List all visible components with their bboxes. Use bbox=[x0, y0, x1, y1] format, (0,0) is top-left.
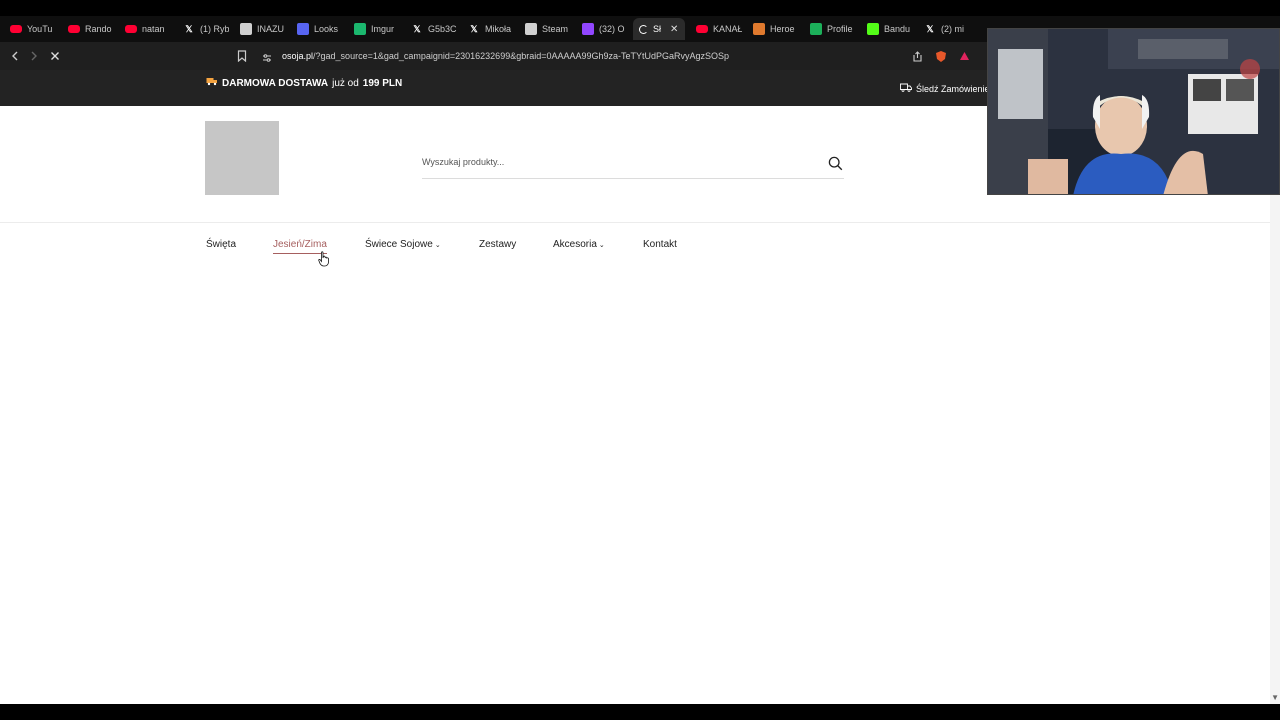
browser-tab[interactable]: Sł ✕ bbox=[633, 18, 685, 40]
youtube-icon bbox=[696, 25, 708, 33]
site-logo-placeholder[interactable] bbox=[205, 121, 279, 195]
share-icon[interactable] bbox=[908, 47, 926, 65]
url-text[interactable]: osoja.pl/?gad_source=1&gad_campaignid=23… bbox=[282, 51, 729, 61]
truck-icon bbox=[206, 77, 218, 89]
kick-icon bbox=[867, 23, 879, 35]
stop-loading-icon[interactable] bbox=[46, 47, 64, 65]
scroll-down-arrow-icon[interactable]: ▼ bbox=[1271, 693, 1279, 702]
heroes-icon bbox=[753, 23, 765, 35]
back-icon[interactable] bbox=[6, 47, 24, 65]
browser-tab[interactable]: YouTu bbox=[4, 18, 56, 40]
browser-tab-label: Profile bbox=[827, 24, 853, 34]
screen-bottom-border bbox=[0, 704, 1280, 720]
stack-icon bbox=[240, 23, 252, 35]
browser-tab[interactable]: natan bbox=[119, 18, 171, 40]
browser-tab-label: Heroe bbox=[770, 24, 795, 34]
delivery-truck-icon bbox=[900, 83, 912, 94]
browser-tab[interactable]: Profile bbox=[804, 18, 856, 40]
browser-tab[interactable]: 𝕏 (2) mi bbox=[918, 18, 970, 40]
browser-tab-label: Mikoła bbox=[485, 24, 512, 34]
youtube-icon bbox=[10, 25, 22, 33]
browser-tab[interactable]: KANAŁ bbox=[690, 18, 742, 40]
address-bar[interactable]: osoja.pl/?gad_source=1&gad_campaignid=23… bbox=[232, 44, 978, 68]
hand-cursor-icon bbox=[318, 251, 330, 267]
nav-label: Akcesoria bbox=[553, 239, 597, 250]
nav-label: Świece Sojowe bbox=[365, 239, 433, 250]
promo-amount: 199 PLN bbox=[362, 77, 403, 89]
youtube-icon bbox=[68, 25, 80, 33]
url-path: /?gad_source=1&gad_campaignid=2301623269… bbox=[313, 51, 730, 61]
nav-label: Święta bbox=[206, 239, 237, 250]
stack-icon bbox=[525, 23, 537, 35]
profile-icon bbox=[810, 23, 822, 35]
browser-tab-label: natan bbox=[142, 24, 165, 34]
browser-tab-label: Bandu bbox=[884, 24, 911, 34]
browser-tab-label: G5b3C bbox=[428, 24, 457, 34]
browser-tab[interactable]: Bandu bbox=[861, 18, 913, 40]
browser-tab[interactable]: 𝕏 G5b3C bbox=[405, 18, 457, 40]
browser-tab-label: KANAŁ bbox=[713, 24, 742, 34]
nav-item-swieta[interactable]: Święta bbox=[206, 239, 236, 250]
chevron-down-icon: ⌄ bbox=[598, 242, 605, 249]
twitch-icon bbox=[582, 23, 594, 35]
discord-icon bbox=[297, 23, 309, 35]
browser-tab[interactable]: Looks bbox=[291, 18, 343, 40]
browser-tab-label: Imgur bbox=[371, 24, 395, 34]
nav-label: Zestawy bbox=[479, 239, 517, 250]
search-form bbox=[422, 154, 844, 179]
loading-icon bbox=[639, 24, 648, 34]
x-icon: 𝕏 bbox=[470, 23, 478, 34]
browser-tab[interactable]: Heroe bbox=[747, 18, 799, 40]
browser-tab[interactable]: 𝕏 Mikoła bbox=[462, 18, 514, 40]
x-icon: 𝕏 bbox=[413, 23, 421, 34]
youtube-icon bbox=[125, 25, 137, 33]
url-host: osoja.pl bbox=[282, 51, 314, 61]
imgur-icon bbox=[354, 23, 366, 35]
track-order-label: Śledź Zamówienie bbox=[916, 83, 990, 94]
browser-tab[interactable]: 𝕏 (1) Ryb bbox=[177, 18, 229, 40]
site-settings-icon[interactable] bbox=[262, 50, 272, 68]
browser-tab-label: (1) Ryb bbox=[200, 24, 229, 34]
nav-label: Kontakt bbox=[643, 239, 677, 250]
screen-top-border bbox=[0, 0, 1280, 16]
brave-rewards-icon[interactable] bbox=[955, 47, 973, 65]
browser-tab-label: Sł bbox=[653, 24, 662, 34]
browser-tab-label: Steam bbox=[542, 24, 569, 34]
browser-tab[interactable]: INAZU bbox=[234, 18, 286, 40]
browser-tab[interactable]: Rando bbox=[62, 18, 114, 40]
nav-item-akcesoria[interactable]: Akcesoria ⌄ bbox=[553, 239, 605, 250]
track-order-link[interactable]: Śledź Zamówienie bbox=[900, 83, 990, 94]
close-tab-icon[interactable]: ✕ bbox=[670, 24, 678, 35]
x-icon: 𝕏 bbox=[926, 23, 934, 34]
browser-tab-label: Rando bbox=[85, 24, 112, 34]
nav-label: Jesień/Zima bbox=[273, 239, 327, 250]
search-icon[interactable] bbox=[828, 156, 844, 172]
nav-item-swiece-sojowe[interactable]: Świece Sojowe ⌄ bbox=[365, 239, 441, 250]
header-divider bbox=[0, 222, 1270, 223]
browser-tab-label: (32) O bbox=[599, 24, 625, 34]
nav-item-zestawy[interactable]: Zestawy bbox=[479, 239, 516, 250]
webcam-overlay bbox=[987, 28, 1280, 195]
page-scrollbar[interactable] bbox=[1270, 106, 1280, 704]
browser-tab-label: Looks bbox=[314, 24, 339, 34]
brave-shield-icon[interactable] bbox=[932, 47, 950, 65]
chevron-down-icon: ⌄ bbox=[434, 242, 441, 249]
browser-tab-label: INAZU bbox=[257, 24, 284, 34]
browser-tab[interactable]: Steam bbox=[519, 18, 571, 40]
browser-tab[interactable]: Imgur bbox=[348, 18, 400, 40]
promo-bold: DARMOWA DOSTAWA bbox=[222, 77, 329, 89]
search-input[interactable] bbox=[422, 157, 812, 167]
browser-tab[interactable]: (32) O bbox=[576, 18, 628, 40]
x-icon: 𝕏 bbox=[185, 23, 193, 34]
free-shipping-banner: DARMOWA DOSTAWA już od 199 PLN bbox=[206, 77, 402, 89]
browser-tab-label: YouTu bbox=[27, 24, 53, 34]
nav-item-kontakt[interactable]: Kontakt bbox=[643, 239, 677, 250]
promo-rest: już od bbox=[332, 77, 359, 89]
browser-tab-label: (2) mi bbox=[941, 24, 964, 34]
forward-icon[interactable] bbox=[25, 47, 43, 65]
